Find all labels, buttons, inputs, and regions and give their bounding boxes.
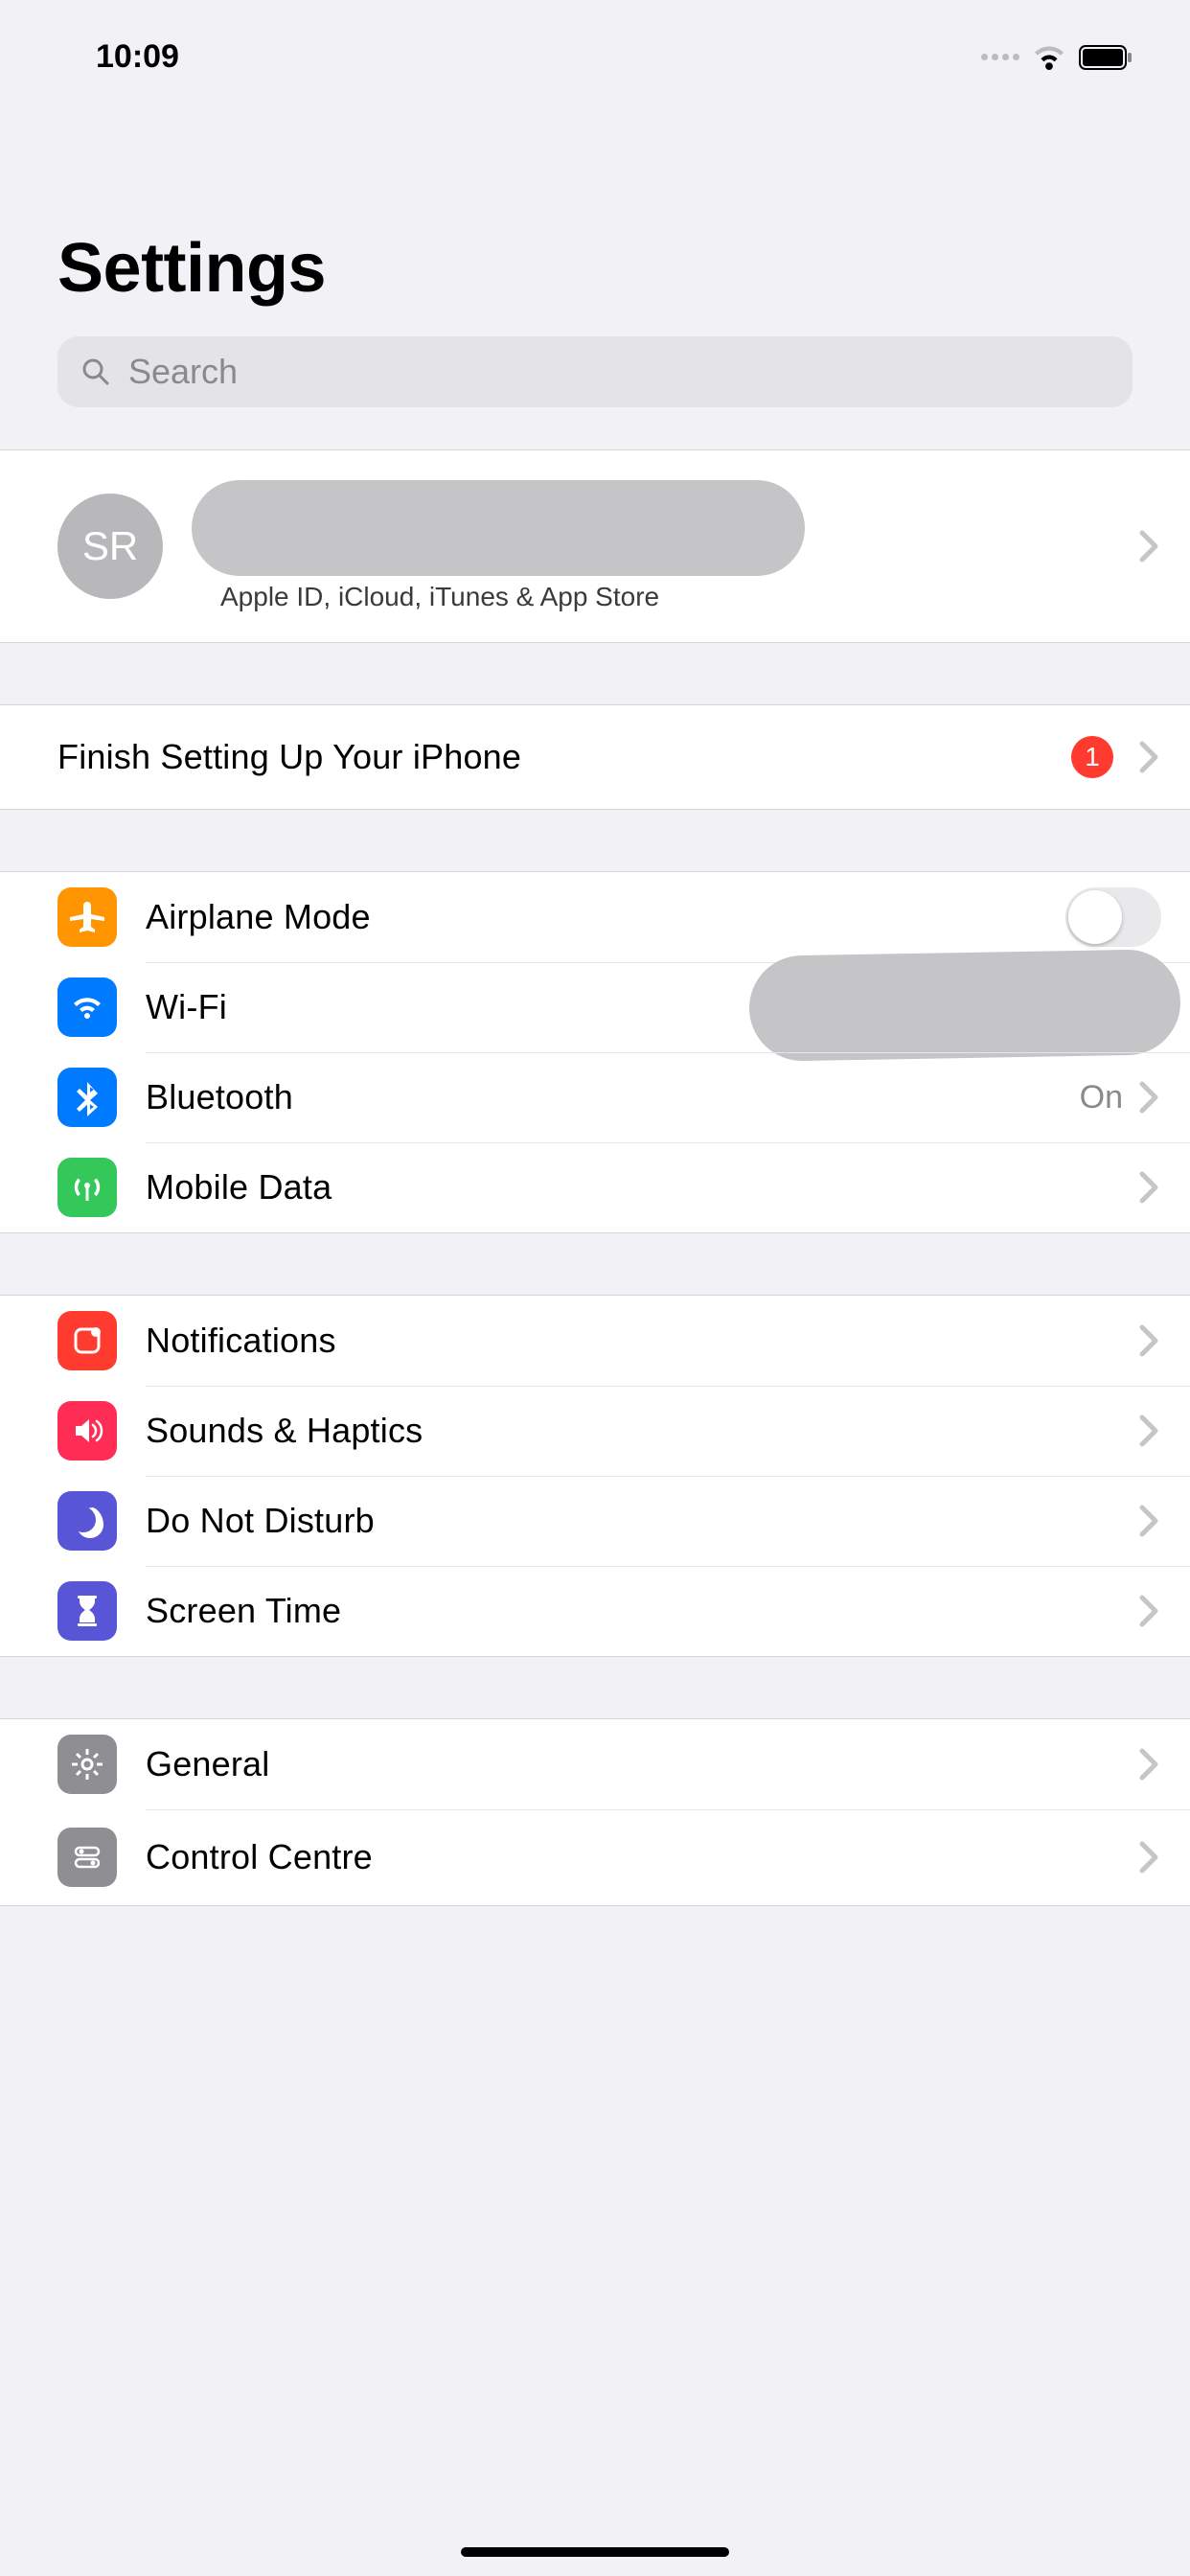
general-row[interactable]: General — [0, 1719, 1190, 1809]
profile-name-redacted — [192, 480, 805, 576]
general-label: General — [146, 1744, 1138, 1784]
finish-setup-row[interactable]: Finish Setting Up Your iPhone 1 — [0, 705, 1190, 809]
chevron-right-icon — [1138, 1323, 1161, 1358]
bluetooth-icon — [57, 1068, 117, 1127]
profile-subtitle: Apple ID, iCloud, iTunes & App Store — [192, 582, 1138, 612]
apple-id-row[interactable]: SR Apple ID, iCloud, iTunes & App Store — [0, 450, 1190, 642]
mobile-data-row[interactable]: Mobile Data — [0, 1142, 1190, 1232]
search-icon — [80, 356, 111, 387]
speaker-icon — [57, 1401, 117, 1460]
chevron-right-icon — [1138, 1080, 1161, 1115]
bluetooth-row[interactable]: Bluetooth On — [0, 1052, 1190, 1142]
sounds-row[interactable]: Sounds & Haptics — [0, 1386, 1190, 1476]
airplane-icon — [57, 887, 117, 947]
gear-icon — [57, 1735, 117, 1794]
screen-time-row[interactable]: Screen Time — [0, 1566, 1190, 1656]
chevron-right-icon — [1138, 1170, 1161, 1205]
chevron-right-icon — [1138, 529, 1161, 564]
header: Settings — [0, 85, 1190, 407]
status-right — [981, 45, 1133, 70]
wifi-icon — [57, 978, 117, 1037]
notifications-label: Notifications — [146, 1321, 1138, 1361]
wifi-status-icon — [1033, 45, 1065, 70]
control-centre-label: Control Centre — [146, 1837, 1138, 1877]
chevron-right-icon — [1138, 1594, 1161, 1628]
search-input[interactable] — [128, 352, 1110, 392]
airplane-mode-toggle[interactable] — [1065, 887, 1161, 947]
control-centre-row[interactable]: Control Centre — [0, 1809, 1190, 1905]
alerts-group: Notifications Sounds & Haptics Do Not Di… — [0, 1295, 1190, 1657]
wifi-row[interactable]: Wi-Fi — [0, 962, 1190, 1052]
mobile-data-label: Mobile Data — [146, 1167, 1138, 1208]
battery-status-icon — [1079, 45, 1133, 70]
chevron-right-icon — [1138, 1840, 1161, 1874]
status-bar: 10:09 — [0, 0, 1190, 85]
airplane-mode-row[interactable]: Airplane Mode — [0, 872, 1190, 962]
antenna-icon — [57, 1158, 117, 1217]
dnd-label: Do Not Disturb — [146, 1501, 1138, 1541]
airplane-mode-label: Airplane Mode — [146, 897, 1065, 937]
notifications-icon — [57, 1311, 117, 1370]
notification-badge: 1 — [1071, 736, 1113, 778]
avatar: SR — [57, 494, 163, 599]
profile-group: SR Apple ID, iCloud, iTunes & App Store — [0, 449, 1190, 643]
search-field[interactable] — [57, 336, 1133, 407]
finish-setup-group: Finish Setting Up Your iPhone 1 — [0, 704, 1190, 810]
screen-time-label: Screen Time — [146, 1591, 1138, 1631]
toggles-icon — [57, 1828, 117, 1887]
chevron-right-icon — [1138, 1504, 1161, 1538]
bluetooth-label: Bluetooth — [146, 1077, 1080, 1117]
wifi-value-redacted — [748, 949, 1181, 1062]
moon-icon — [57, 1491, 117, 1551]
cellular-dots-icon — [981, 54, 1019, 60]
chevron-right-icon — [1138, 740, 1161, 774]
chevron-right-icon — [1138, 1747, 1161, 1782]
page-title: Settings — [57, 229, 1133, 327]
status-time: 10:09 — [96, 38, 179, 76]
finish-setup-label: Finish Setting Up Your iPhone — [57, 737, 1071, 777]
sounds-label: Sounds & Haptics — [146, 1411, 1138, 1451]
bluetooth-value: On — [1080, 1079, 1123, 1116]
notifications-row[interactable]: Notifications — [0, 1296, 1190, 1386]
hourglass-icon — [57, 1581, 117, 1641]
chevron-right-icon — [1138, 1414, 1161, 1448]
system-group: General Control Centre — [0, 1718, 1190, 1906]
connectivity-group: Airplane Mode Wi-Fi Bluetooth On Mobile … — [0, 871, 1190, 1233]
home-indicator[interactable] — [461, 2547, 729, 2557]
dnd-row[interactable]: Do Not Disturb — [0, 1476, 1190, 1566]
